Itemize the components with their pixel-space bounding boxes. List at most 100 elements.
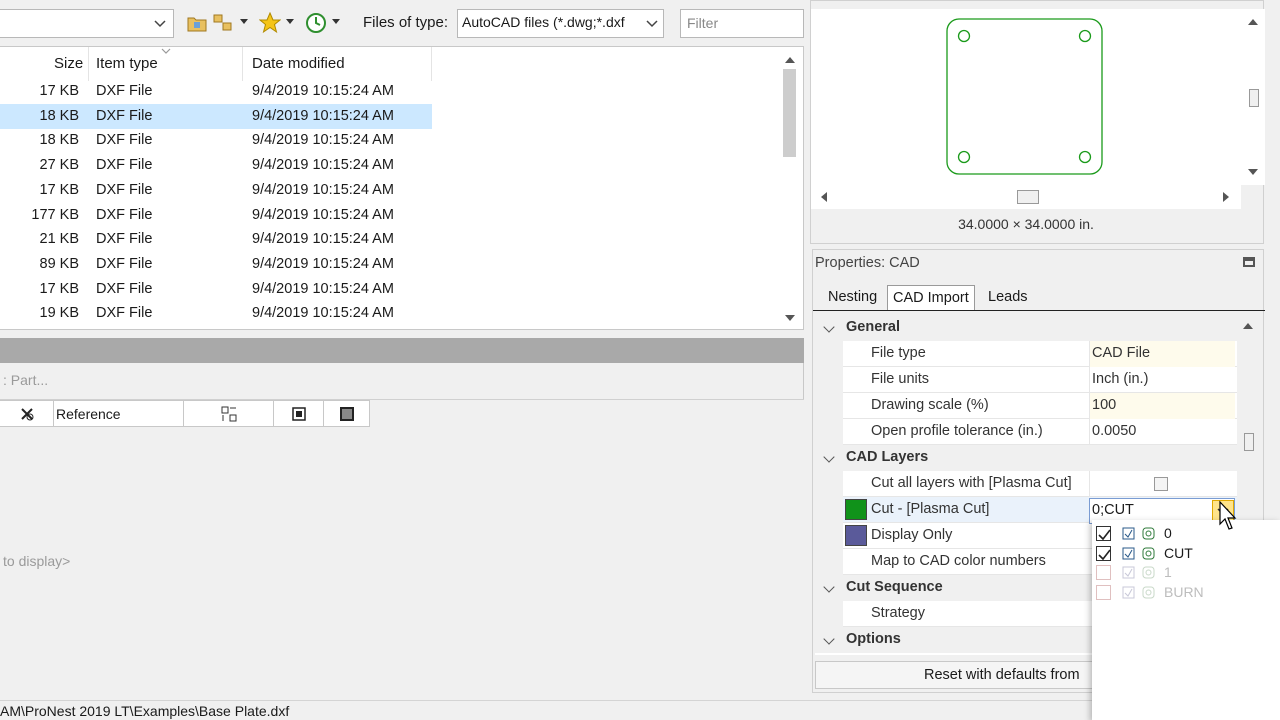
column-header-date-modified[interactable]: Date modified — [252, 55, 345, 72]
cut-all-checkbox[interactable] — [1154, 477, 1168, 491]
prop-cut-all-layers[interactable]: Cut all layers with [Plasma Cut] — [815, 471, 1241, 497]
column-divider[interactable] — [431, 47, 432, 81]
recent-dropdown[interactable] — [332, 19, 340, 24]
file-date: 9/4/2019 10:15:24 AM — [252, 107, 394, 124]
preview-hscroll[interactable] — [811, 185, 1241, 209]
prop-value[interactable]: 100 — [1089, 393, 1235, 419]
layer-cut-icon — [1122, 547, 1135, 559]
file-row[interactable]: 17 KB DXF File 9/4/2019 10:15:24 AM — [0, 277, 432, 302]
file-list-scrollbar[interactable] — [779, 47, 801, 329]
prop-open-profile-tolerance[interactable]: Open profile tolerance (in.) 0.0050 — [815, 419, 1241, 445]
pane-splitter[interactable] — [0, 338, 804, 363]
recent-history-icon[interactable] — [304, 11, 328, 35]
file-list: Size Item type Date modified 17 KB DXF Fi… — [0, 46, 804, 330]
prop-value[interactable]: CAD File — [1089, 341, 1235, 367]
folder-up-icon[interactable] — [185, 11, 209, 35]
filter-input[interactable]: Filter — [680, 9, 804, 38]
layer-checkbox[interactable] — [1096, 565, 1111, 580]
file-type: DXF File — [96, 107, 153, 124]
column-divider[interactable] — [88, 47, 89, 81]
scroll-up-arrow[interactable] — [1248, 19, 1258, 25]
prop-file-units[interactable]: File units Inch (in.) — [815, 367, 1241, 393]
file-date: 9/4/2019 10:15:24 AM — [252, 231, 394, 248]
prop-name: Map to CAD color numbers — [871, 553, 1046, 569]
tab-cad-import[interactable]: CAD Import — [887, 285, 975, 311]
column-header-rotation[interactable] — [274, 401, 324, 426]
scroll-down-arrow[interactable] — [1248, 169, 1258, 175]
file-row[interactable]: 18 KB DXF File 9/4/2019 10:15:24 AM — [0, 128, 432, 153]
column-header-material[interactable] — [324, 401, 370, 426]
layer-option[interactable]: 0 — [1092, 524, 1280, 544]
layer-checkbox[interactable] — [1096, 584, 1111, 600]
file-row[interactable]: 89 KB DXF File 9/4/2019 10:15:24 AM — [0, 252, 432, 277]
layer-option[interactable]: BURN — [1092, 583, 1280, 603]
preview-pane: 34.0000 × 34.0000 in. — [810, 0, 1265, 244]
layer-option[interactable]: 1 — [1092, 563, 1280, 583]
file-row[interactable]: 19 KB DXF File 9/4/2019 10:15:24 AM — [0, 301, 432, 326]
category-general[interactable]: General — [815, 315, 1241, 341]
reference-header-label: Reference — [56, 405, 121, 422]
scroll-up-arrow[interactable] — [785, 57, 795, 63]
column-header-remove[interactable] — [0, 401, 54, 426]
collapse-caret-icon[interactable] — [823, 321, 835, 333]
prop-drawing-scale[interactable]: Drawing scale (%) 100 — [815, 393, 1241, 419]
scroll-thumb[interactable] — [1244, 433, 1254, 451]
tab-leads[interactable]: Leads — [983, 285, 1033, 311]
prop-value[interactable]: 0.0050 — [1089, 419, 1235, 445]
properties-title: Properties: CAD — [815, 255, 920, 271]
collapse-caret-icon[interactable] — [823, 451, 835, 463]
file-type: DXF File — [96, 255, 153, 272]
layer-label: BURN — [1164, 583, 1204, 600]
collapse-caret-icon[interactable] — [823, 633, 835, 645]
view-menu-dropdown[interactable] — [240, 19, 248, 24]
file-size: 17 KB — [39, 181, 80, 198]
column-header-item-type[interactable]: Item type — [96, 55, 158, 72]
file-date: 9/4/2019 10:15:24 AM — [252, 255, 394, 272]
favorites-dropdown[interactable] — [286, 19, 294, 24]
scroll-thumb[interactable] — [1017, 190, 1039, 204]
file-type: DXF File — [96, 231, 153, 248]
file-row[interactable]: 177 KB DXF File 9/4/2019 10:15:24 AM — [0, 203, 432, 228]
scroll-right-arrow[interactable] — [1223, 192, 1229, 202]
collapse-caret-icon[interactable] — [823, 581, 835, 593]
color-swatch-cut[interactable] — [845, 499, 867, 520]
preview-canvas[interactable] — [811, 9, 1241, 209]
chevron-down-icon — [154, 20, 166, 28]
prop-value[interactable]: Inch (in.) — [1089, 367, 1235, 393]
layer-option[interactable]: CUT — [1092, 544, 1280, 564]
pin-icon[interactable] — [1243, 257, 1255, 267]
column-header-size[interactable]: Size — [54, 55, 83, 72]
files-of-type-value: AutoCAD files (*.dwg;*.dxf — [462, 14, 625, 30]
column-header-reference[interactable]: Reference — [54, 401, 184, 426]
category-cad-layers[interactable]: CAD Layers — [815, 445, 1241, 471]
favorites-star-icon[interactable] — [258, 11, 282, 35]
color-swatch-display[interactable] — [845, 525, 867, 546]
file-row[interactable]: 17 KB DXF File 9/4/2019 10:15:24 AM — [0, 178, 432, 203]
scroll-down-arrow[interactable] — [785, 315, 795, 321]
layer-dropdown-list: 0 CUT 1 BURN — [1092, 520, 1280, 720]
layer-visibility-icon — [1142, 586, 1155, 598]
prop-name: Display Only — [871, 527, 953, 543]
layer-checkbox[interactable] — [1096, 545, 1111, 561]
file-row[interactable]: 21 KB DXF File 9/4/2019 10:15:24 AM — [0, 227, 432, 252]
file-row[interactable]: 27 KB DXF File 9/4/2019 10:15:24 AM — [0, 153, 432, 178]
layer-checkbox[interactable] — [1096, 526, 1111, 541]
view-menu-icon[interactable] — [212, 11, 236, 35]
tab-nesting[interactable]: Nesting — [823, 285, 882, 311]
file-size: 18 KB — [39, 107, 80, 124]
scroll-thumb[interactable] — [783, 69, 796, 157]
scroll-up-arrow[interactable] — [1243, 323, 1253, 329]
scroll-left-arrow[interactable] — [821, 192, 827, 202]
file-row[interactable]: 18 KB DXF File 9/4/2019 10:15:24 AM — [0, 103, 432, 129]
layer-visibility-icon — [1142, 566, 1155, 579]
file-row[interactable]: 17 KB DXF File 9/4/2019 10:15:24 AM — [0, 79, 432, 104]
preview-vscroll[interactable] — [1241, 9, 1265, 185]
column-header-quantity[interactable] — [184, 401, 274, 426]
scroll-thumb[interactable] — [1249, 89, 1259, 107]
cut-layer-value: 0;CUT — [1092, 502, 1134, 518]
file-type: DXF File — [96, 83, 153, 99]
column-divider[interactable] — [242, 47, 243, 81]
path-combo[interactable] — [0, 9, 174, 38]
prop-file-type[interactable]: File type CAD File — [815, 341, 1241, 367]
files-of-type-select[interactable]: AutoCAD files (*.dwg;*.dxf — [457, 9, 664, 38]
